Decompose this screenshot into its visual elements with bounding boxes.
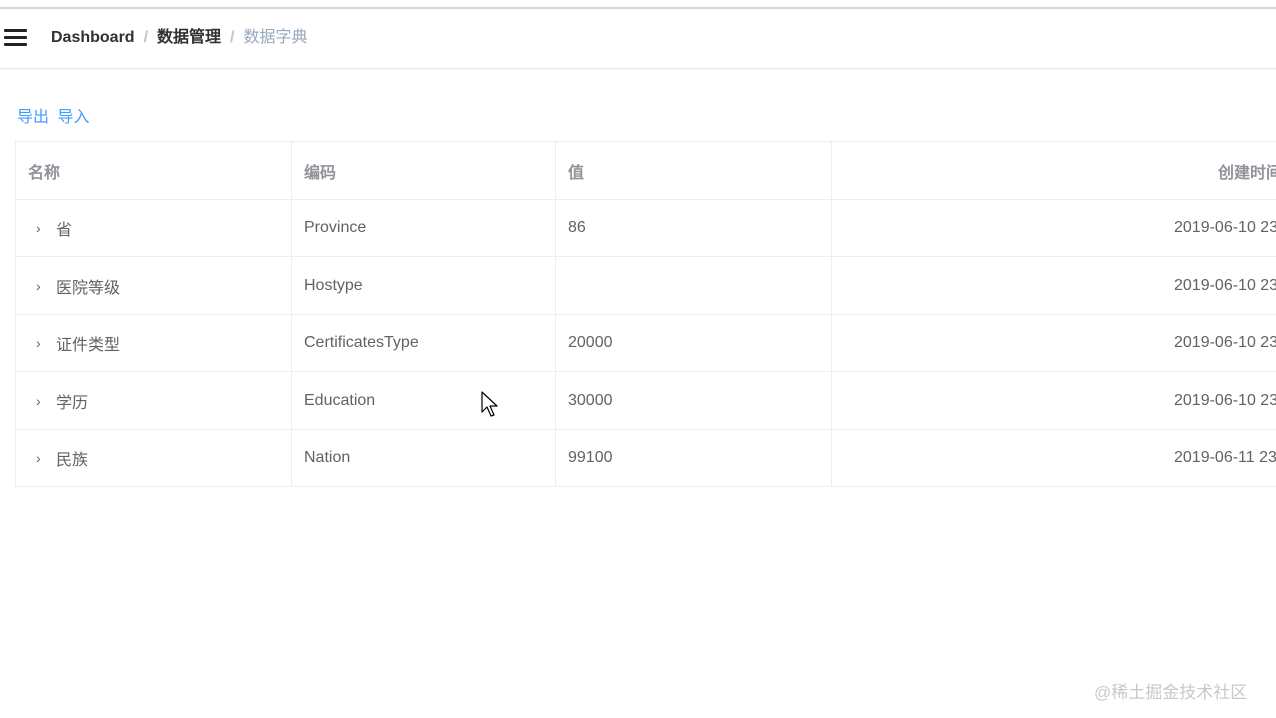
- breadcrumb: Dashboard / 数据管理 / 数据字典: [51, 28, 308, 48]
- chevron-right-icon[interactable]: ›: [36, 450, 46, 466]
- table-actions: 导出 导入: [17, 108, 93, 128]
- cell-created: 2019-06-11 23: [832, 430, 1276, 486]
- row-name: 医院等级: [56, 279, 121, 297]
- column-header-created[interactable]: 创建时间: [832, 142, 1276, 199]
- table-row[interactable]: › 民族 Nation 99100 2019-06-11 23: [16, 430, 1276, 486]
- export-link[interactable]: 导出: [17, 109, 49, 126]
- row-name: 证件类型: [56, 337, 121, 354]
- cell-created: 2019-06-10 23: [832, 315, 1276, 371]
- chevron-right-icon[interactable]: ›: [36, 335, 46, 351]
- column-header-created-label: 创建时间: [1218, 164, 1276, 182]
- mouse-cursor-icon: [481, 391, 498, 417]
- row-created: 2019-06-10 23: [1174, 334, 1276, 351]
- cell-name: › 学历: [16, 372, 292, 429]
- row-value: 20000: [556, 315, 832, 371]
- column-header-code[interactable]: 编码: [292, 142, 556, 199]
- table-row[interactable]: › 学历 Education 30000 2019-06-10 23: [16, 372, 1276, 430]
- cell-name: › 证件类型: [16, 315, 292, 371]
- row-code: CertificatesType: [292, 315, 556, 371]
- row-name: 民族: [56, 452, 89, 469]
- breadcrumb-item-data-management[interactable]: 数据管理: [157, 29, 221, 46]
- table-row[interactable]: › 医院等级 Hostype 2019-06-10 23: [16, 257, 1276, 315]
- row-created: 2019-06-11 23: [1174, 449, 1276, 466]
- row-created: 2019-06-10 23: [1174, 219, 1276, 236]
- cell-created: 2019-06-10 23: [832, 372, 1276, 429]
- cell-created: 2019-06-10 23: [832, 257, 1276, 314]
- table-row[interactable]: › 证件类型 CertificatesType 20000 2019-06-10 …: [16, 315, 1276, 372]
- column-header-name[interactable]: 名称: [16, 142, 292, 199]
- cell-name: › 医院等级: [16, 257, 292, 314]
- top-border: [0, 0, 1276, 9]
- row-name: 学历: [56, 394, 89, 412]
- breadcrumb-separator: /: [230, 29, 235, 46]
- row-code: Hostype: [292, 257, 556, 314]
- hamburger-menu-icon[interactable]: [4, 29, 27, 47]
- row-code: Nation: [292, 430, 556, 486]
- table-row[interactable]: › 省 Province 86 2019-06-10 23: [16, 200, 1276, 257]
- breadcrumb-separator: /: [143, 29, 149, 46]
- cell-name: › 省: [16, 200, 292, 256]
- row-value: 86: [556, 200, 832, 256]
- navbar: Dashboard / 数据管理 / 数据字典: [0, 9, 1276, 69]
- row-name: 省: [56, 222, 73, 239]
- row-value: 30000: [556, 372, 832, 429]
- row-created: 2019-06-10 23: [1174, 391, 1276, 409]
- import-link[interactable]: 导入: [57, 109, 89, 126]
- cell-name: › 民族: [16, 430, 292, 486]
- chevron-right-icon[interactable]: ›: [36, 220, 46, 236]
- row-created: 2019-06-10 23: [1174, 276, 1276, 294]
- row-value: 99100: [556, 430, 832, 486]
- chevron-right-icon[interactable]: ›: [36, 393, 46, 409]
- breadcrumb-item-dashboard[interactable]: Dashboard: [51, 29, 135, 46]
- row-code: Province: [292, 200, 556, 256]
- row-value: [556, 257, 832, 314]
- table-header-row: 名称 编码 值 创建时间: [16, 142, 1276, 200]
- chevron-right-icon[interactable]: ›: [36, 278, 46, 294]
- cell-created: 2019-06-10 23: [832, 200, 1276, 256]
- watermark: @稀土掘金技术社区: [1094, 683, 1248, 702]
- row-code: Education: [292, 372, 556, 429]
- breadcrumb-item-data-dictionary: 数据字典: [243, 29, 308, 46]
- column-header-value[interactable]: 值: [556, 142, 832, 199]
- dictionary-table: 名称 编码 值 创建时间 › 省 Province 86 2019-06-10 2…: [15, 141, 1276, 487]
